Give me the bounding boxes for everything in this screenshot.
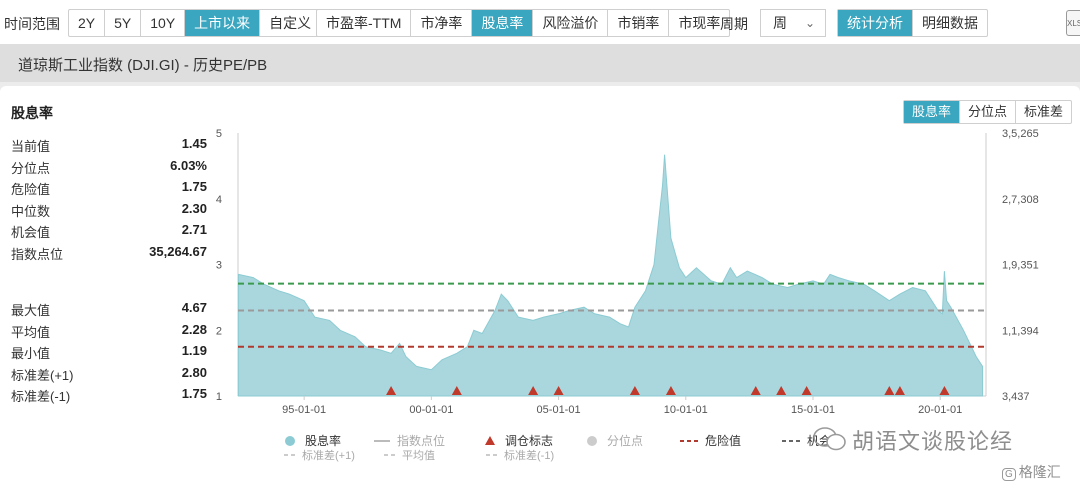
- legend-swatch-percentile: [587, 436, 597, 446]
- x-tick-label: 20-01-01: [918, 404, 962, 416]
- legend-label: 调仓标志: [505, 434, 553, 448]
- wechat-icon: [813, 427, 846, 451]
- y-left-tick-label: 5: [216, 128, 222, 140]
- legend-label: 危险值: [705, 433, 741, 448]
- x-tick-label: 05-01-01: [537, 404, 581, 416]
- watermark-text: 胡语文谈股论经: [852, 429, 1014, 454]
- y-left-tick-label: 3: [216, 260, 222, 272]
- brand-logo-icon: G: [1002, 468, 1016, 481]
- legend-swatch-rebalance: [485, 436, 495, 445]
- x-tick-label: 10-01-01: [664, 404, 708, 416]
- y-left-tick-label: 4: [216, 194, 222, 206]
- legend-label-secondary: 平均值: [402, 449, 435, 462]
- y-right-tick-label: 2,7,308: [1002, 194, 1039, 206]
- legend-label-secondary: 标准差(+1): [302, 448, 355, 462]
- y-right-tick-label: 3,437: [1002, 391, 1030, 403]
- y-right-tick-label: 3,5,265: [1002, 128, 1039, 140]
- y-right-tick-label: 1,9,351: [1002, 260, 1039, 272]
- legend-label: 股息率: [305, 433, 341, 448]
- x-tick-label: 95-01-01: [282, 404, 326, 416]
- dividend-yield-chart: 1 2 3 4 5 3,437 1,1,394 1,9,351 2,7,308 3,5,265 95…: [216, 128, 1039, 462]
- brand-text: G 格隆汇: [1002, 462, 1061, 482]
- brand-label: 格隆汇: [1018, 464, 1061, 480]
- legend-label: 分位点: [607, 433, 643, 448]
- y-left-tick-label: 2: [216, 325, 222, 337]
- x-tick-label: 15-01-01: [791, 404, 835, 416]
- x-tick-label: 00-01-01: [409, 404, 453, 416]
- series-area-dividend-yield: [237, 154, 984, 397]
- y-left-tick-label: 1: [216, 391, 222, 403]
- legend-swatch-dividend-yield: [285, 436, 295, 446]
- legend-label: 指数点位: [397, 433, 445, 448]
- y-right-tick-label: 1,1,394: [1002, 325, 1039, 337]
- legend-label-secondary: 标准差(-1): [504, 448, 554, 462]
